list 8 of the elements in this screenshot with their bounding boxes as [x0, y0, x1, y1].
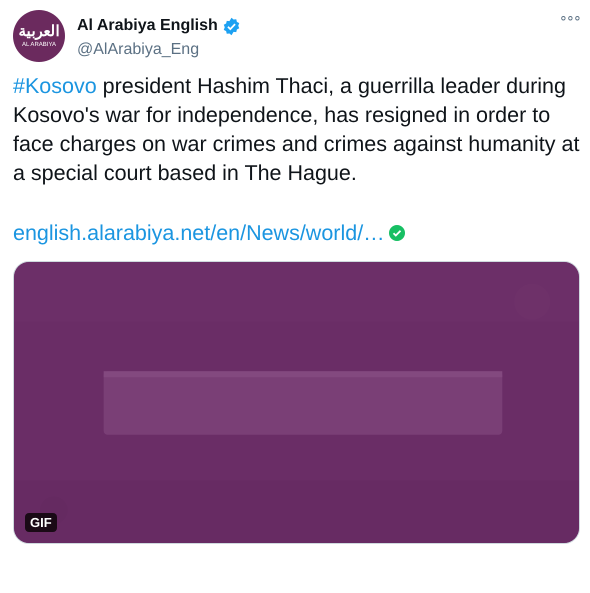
author-handle[interactable]: @AlArabiya_Eng: [77, 38, 551, 62]
more-menu-button[interactable]: ∘∘∘: [559, 10, 580, 24]
logo-text: العربية: [18, 24, 60, 39]
hashtag-link[interactable]: #Kosovo: [13, 74, 97, 98]
article-link[interactable]: english.alarabiya.net/en/News/world/…: [13, 217, 385, 250]
author-name[interactable]: Al Arabiya English: [77, 14, 218, 38]
tweet-text: #Kosovo president Hashim Thaci, a guerrilla leader during Kosovo's war for independence, has resigned in order to face charges on war crimes and crimes against humanity at a special court based in The Hague.: [13, 73, 580, 187]
gif-badge: GIF: [25, 513, 57, 532]
